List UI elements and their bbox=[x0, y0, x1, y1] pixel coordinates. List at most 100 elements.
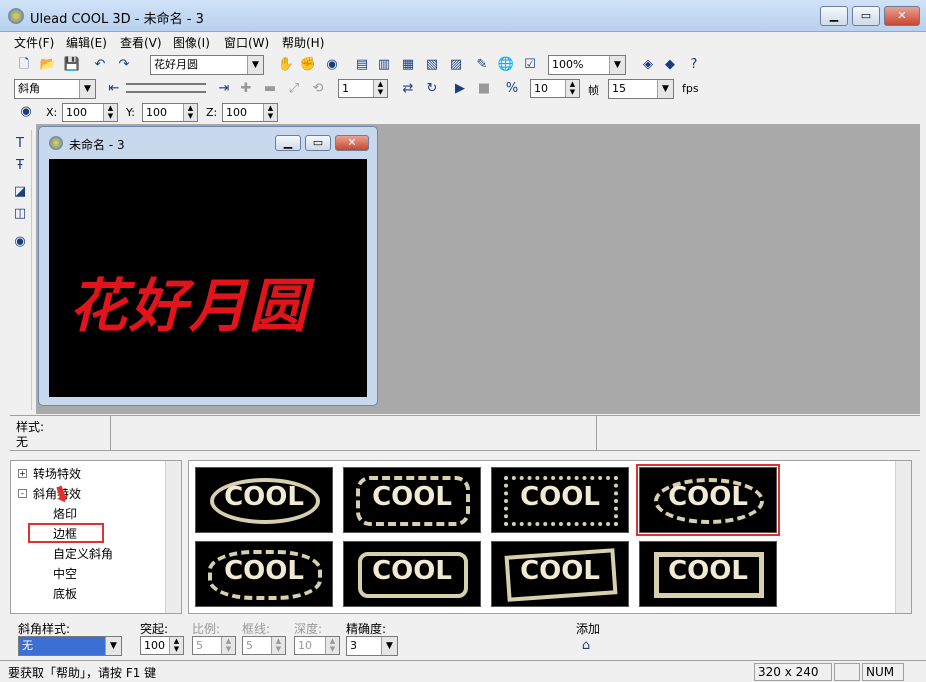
close-button[interactable]: ✕ bbox=[884, 6, 920, 26]
timeline-slider-2[interactable] bbox=[126, 91, 206, 93]
ratio-spinner[interactable]: 5 ▲ ▼ bbox=[192, 636, 236, 655]
frames-total-spinner[interactable]: 10 ▲ ▼ bbox=[530, 79, 580, 98]
frame-line-spinner[interactable]: 5 ▲ ▼ bbox=[242, 636, 286, 655]
view-front-icon[interactable]: ▤ bbox=[352, 55, 372, 75]
first-frame-icon[interactable]: ⇤ bbox=[104, 79, 124, 99]
tree-scrollbar[interactable] bbox=[165, 461, 181, 613]
tree-item-hollow[interactable]: 中空 bbox=[53, 565, 77, 582]
doc-maximize-button[interactable]: ▭ bbox=[305, 135, 331, 151]
bevel-style-dropdown[interactable]: 无 ▼ bbox=[18, 636, 122, 656]
arrow-annotation-icon: ⬇ bbox=[703, 461, 721, 464]
insert-object-icon[interactable]: ◪ bbox=[10, 182, 30, 202]
view-top-icon[interactable]: ▦ bbox=[398, 55, 418, 75]
spin-arrows-icon[interactable]: ▲ ▼ bbox=[373, 80, 387, 97]
insert-text-icon[interactable]: T bbox=[10, 134, 30, 154]
spin-arrows-icon[interactable]: ▲ ▼ bbox=[565, 80, 579, 97]
spin-arrows-icon[interactable]: ▲ ▼ bbox=[169, 637, 183, 654]
gallery-thumb[interactable]: COOL bbox=[343, 467, 481, 533]
remove-key-icon[interactable]: ▬ bbox=[260, 79, 280, 99]
canvas-text[interactable]: 花好月圆 bbox=[69, 259, 309, 343]
view-3d-icon[interactable]: ▨ bbox=[446, 55, 466, 75]
menu-file[interactable]: 文件(F) bbox=[14, 34, 54, 51]
export-icon[interactable]: ◈ bbox=[638, 55, 658, 75]
canvas[interactable]: 花好月圆 bbox=[49, 159, 367, 397]
select-object-icon[interactable]: ◫ bbox=[10, 204, 30, 224]
minimize-button[interactable]: ▁ bbox=[820, 6, 848, 26]
split-icon[interactable]: ⤢ bbox=[284, 79, 304, 99]
stop-icon[interactable]: ■ bbox=[474, 79, 494, 99]
last-frame-icon[interactable]: ⇥ bbox=[214, 79, 234, 99]
z-spinner[interactable]: 100 ▲ ▼ bbox=[222, 103, 278, 122]
document-icon[interactable] bbox=[49, 136, 63, 150]
open-folder-icon[interactable]: 📂 bbox=[38, 55, 58, 75]
precision-dropdown[interactable]: 3 ▼ bbox=[346, 636, 398, 656]
percent-icon[interactable]: % bbox=[502, 79, 522, 99]
gallery-thumb[interactable]: COOL bbox=[491, 541, 629, 607]
app-icon[interactable] bbox=[8, 8, 24, 24]
menu-view[interactable]: 查看(V) bbox=[120, 34, 162, 51]
fps-label: fps bbox=[682, 82, 699, 95]
menu-edit[interactable]: 编辑(E) bbox=[66, 34, 107, 51]
document-window[interactable]: 未命名 - 3 ▁ ▭ ✕ 花好月圆 bbox=[38, 126, 378, 406]
move-object-icon[interactable]: ◉ bbox=[16, 102, 36, 122]
hand-icon[interactable]: ✋ bbox=[276, 55, 296, 75]
new-file-icon[interactable]: 🗋 bbox=[14, 55, 34, 75]
doc-close-button[interactable]: ✕ bbox=[335, 135, 369, 151]
rotate-hand-icon[interactable]: ✊ bbox=[298, 55, 318, 75]
extrude-spinner[interactable]: 100 ▲ ▼ bbox=[140, 636, 184, 655]
globe-icon[interactable]: 🌐 bbox=[496, 55, 516, 75]
maximize-button[interactable]: ▭ bbox=[852, 6, 880, 26]
doc-minimize-button[interactable]: ▁ bbox=[275, 135, 301, 151]
menu-image[interactable]: 图像(I) bbox=[173, 34, 210, 51]
tree-item-custom-bevel[interactable]: 自定义斜角 bbox=[53, 545, 113, 562]
x-spinner[interactable]: 100 ▲ ▼ bbox=[62, 103, 118, 122]
center-icon[interactable]: ◉ bbox=[322, 55, 342, 75]
eye-icon[interactable]: ◉ bbox=[10, 232, 30, 252]
help-cursor-icon[interactable]: ? bbox=[684, 55, 704, 75]
spin-arrows-icon[interactable]: ▲ ▼ bbox=[325, 637, 339, 654]
view-side-icon[interactable]: ▥ bbox=[374, 55, 394, 75]
text-dropdown[interactable]: 花好月圆 ▼ bbox=[150, 55, 264, 75]
fps-dropdown[interactable]: 15 ▼ bbox=[608, 79, 674, 99]
depth-spinner[interactable]: 10 ▲ ▼ bbox=[294, 636, 340, 655]
spin-arrows-icon[interactable]: ▲ ▼ bbox=[271, 637, 285, 654]
spin-arrows-icon[interactable]: ▲ ▼ bbox=[263, 104, 277, 121]
redo-icon[interactable]: ↷ bbox=[114, 55, 134, 75]
gallery-thumb-selected[interactable]: COOL bbox=[636, 464, 780, 536]
tree-item-transition[interactable]: 转场特效 bbox=[33, 465, 81, 482]
spin-arrows-icon[interactable]: ▲ ▼ bbox=[103, 104, 117, 121]
spin-arrows-icon[interactable]: ▲ ▼ bbox=[221, 637, 235, 654]
repeat-icon[interactable]: ↻ bbox=[422, 79, 442, 99]
add-key-icon[interactable]: ✚ bbox=[236, 79, 256, 99]
undo-icon[interactable]: ↶ bbox=[90, 55, 110, 75]
gallery-thumb[interactable]: COOL bbox=[195, 467, 333, 533]
play-icon[interactable]: ▶ bbox=[450, 79, 470, 99]
frame-spinner[interactable]: 1 ▲ ▼ bbox=[338, 79, 388, 98]
gallery-thumb[interactable]: COOL bbox=[195, 541, 333, 607]
gallery-thumb[interactable]: COOL bbox=[343, 541, 481, 607]
menu-help[interactable]: 帮助(H) bbox=[282, 34, 324, 51]
gallery-thumb[interactable]: COOL bbox=[639, 541, 777, 607]
spin-arrows-icon[interactable]: ▲ ▼ bbox=[183, 104, 197, 121]
chevron-down-icon: ▼ bbox=[247, 56, 263, 74]
menu-window[interactable]: 窗口(W) bbox=[224, 34, 269, 51]
timeline-slider[interactable] bbox=[126, 83, 206, 85]
paint-icon[interactable]: ✎ bbox=[472, 55, 492, 75]
frame-line-label: 框线: bbox=[242, 622, 271, 636]
plugin-icon[interactable]: ◆ bbox=[660, 55, 680, 75]
loop-icon[interactable]: ⇄ bbox=[398, 79, 418, 99]
gallery-scrollbar[interactable] bbox=[895, 461, 911, 613]
edit-text-icon[interactable]: Ŧ bbox=[10, 156, 30, 176]
gallery-thumb[interactable]: COOL bbox=[491, 467, 629, 533]
view-back-icon[interactable]: ▧ bbox=[422, 55, 442, 75]
zoom-dropdown[interactable]: 100% ▼ bbox=[548, 55, 626, 75]
y-spinner[interactable]: 100 ▲ ▼ bbox=[142, 103, 198, 122]
collapse-icon[interactable]: - bbox=[18, 489, 27, 498]
tree-item-base[interactable]: 底板 bbox=[53, 585, 77, 602]
expand-icon[interactable]: + bbox=[18, 469, 27, 478]
check-icon[interactable]: ☑ bbox=[520, 55, 540, 75]
reverse-icon[interactable]: ⟲ bbox=[308, 79, 328, 99]
save-icon[interactable]: 💾 bbox=[62, 55, 82, 75]
object-dropdown[interactable]: 斜角 ▼ bbox=[14, 79, 96, 99]
add-to-gallery-icon[interactable]: ⌂ bbox=[576, 636, 596, 656]
